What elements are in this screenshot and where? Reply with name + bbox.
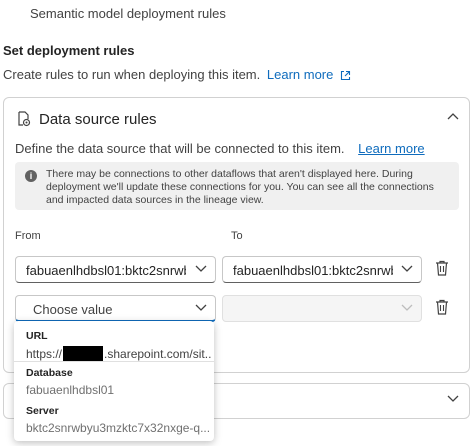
option-url[interactable]: URL https:// .sharepoint.com/sit... xyxy=(26,330,212,361)
trash-icon[interactable] xyxy=(435,260,449,276)
to-dropdown-1-value: fabuaenlhdbsl01:bktc2snrwbyu xyxy=(233,263,393,278)
chevron-down-icon xyxy=(195,265,207,272)
section-title: Set deployment rules xyxy=(3,43,135,58)
from-dropdown-1[interactable]: fabuaenlhdbsl01:bktc2snrwbyu xyxy=(15,256,216,283)
learn-more-label: Learn more xyxy=(266,67,334,82)
to-label: To xyxy=(231,230,243,242)
option-url-prefix: https:// xyxy=(26,347,63,361)
info-text: There may be connections to other datafl… xyxy=(46,168,434,206)
section-description-text: Create rules to run when deploying this … xyxy=(3,67,261,82)
card-description-text: Define the data source that will be conn… xyxy=(15,141,345,156)
option-database[interactable]: Database fabuaenlhdbsl01 xyxy=(26,367,212,397)
option-database-label: Database xyxy=(26,367,73,379)
chevron-down-icon[interactable] xyxy=(447,395,459,403)
option-database-value: fabuaenlhdbsl01 xyxy=(26,383,115,397)
info-message: i There may be connections to other data… xyxy=(15,162,459,210)
card-learn-more-link[interactable]: Learn more xyxy=(358,141,424,156)
chevron-down-icon xyxy=(195,304,207,311)
to-dropdown-2[interactable] xyxy=(222,295,422,322)
choose-value-listbox: URL https:// .sharepoint.com/sit... Datab… xyxy=(14,321,214,441)
section-description: Create rules to run when deploying this … xyxy=(3,67,351,82)
from-dropdown-2-placeholder: Choose value xyxy=(33,302,113,317)
card-description: Define the data source that will be conn… xyxy=(15,141,425,156)
option-server-label: Server xyxy=(26,405,59,417)
info-icon: i xyxy=(25,170,37,182)
from-dropdown-1-value: fabuaenlhdbsl01:bktc2snrwbyu xyxy=(26,263,186,278)
option-server-value: bktc2snrwbyu3mzktc7x32nxge-q... xyxy=(26,421,211,435)
option-url-value: https:// .sharepoint.com/sit... xyxy=(26,346,212,361)
option-url-suffix: .sharepoint.com/sit... xyxy=(104,347,212,361)
from-dropdown-2[interactable]: Choose value xyxy=(15,295,216,322)
options-divider xyxy=(14,361,214,362)
to-dropdown-1[interactable]: fabuaenlhdbsl01:bktc2snrwbyu xyxy=(222,256,422,283)
chevron-up-icon[interactable] xyxy=(447,112,459,120)
chevron-down-icon xyxy=(401,304,413,311)
option-url-label: URL xyxy=(26,330,48,342)
page-title: Semantic model deployment rules xyxy=(30,6,226,21)
trash-icon[interactable] xyxy=(435,299,449,315)
chevron-down-icon xyxy=(401,265,413,272)
external-link-icon xyxy=(340,70,351,81)
card-title: Data source rules xyxy=(39,111,157,128)
redacted-block xyxy=(63,346,104,361)
from-label: From xyxy=(15,230,41,242)
learn-more-link[interactable]: Learn more xyxy=(267,67,351,82)
rules-icon xyxy=(18,111,31,127)
option-server[interactable]: Server bktc2snrwbyu3mzktc7x32nxge-q... xyxy=(26,405,212,435)
